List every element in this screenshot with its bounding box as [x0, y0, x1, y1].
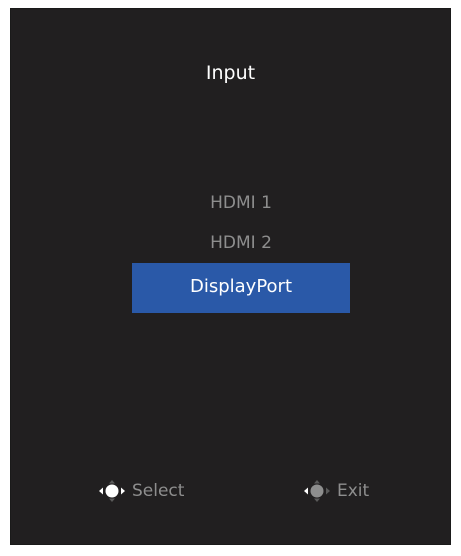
joystick-left-icon: [303, 479, 331, 503]
select-hint-label: Select: [132, 481, 185, 501]
input-option-hdmi-1[interactable]: HDMI 1: [132, 183, 350, 223]
osd-menu-panel: Input HDMI 1 HDMI 2 DisplayPort Select E…: [10, 8, 451, 545]
menu-title: Input: [205, 62, 256, 84]
input-option-displayport[interactable]: DisplayPort: [132, 263, 350, 313]
exit-hint: Exit: [303, 479, 369, 503]
select-hint: Select: [98, 479, 184, 503]
input-source-list: HDMI 1 HDMI 2 DisplayPort: [132, 183, 350, 313]
input-option-hdmi-2[interactable]: HDMI 2: [132, 223, 350, 263]
joystick-left-right-icon: [98, 479, 126, 503]
exit-hint-label: Exit: [337, 481, 370, 501]
